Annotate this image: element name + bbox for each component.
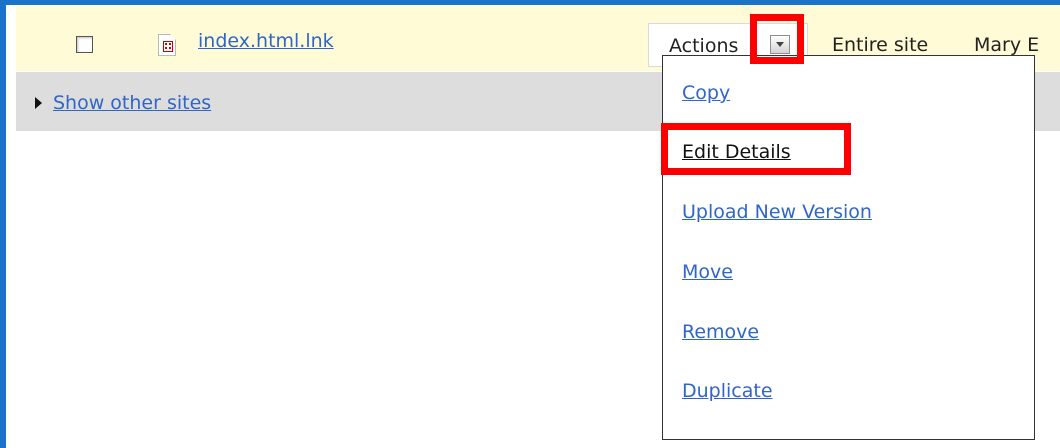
menu-item-move[interactable]: Move [682,261,733,283]
menu-item-remove[interactable]: Remove [682,321,759,343]
window-frame-left [0,0,6,448]
lnk-file-icon [158,34,176,56]
actions-label: Actions [669,35,739,57]
menu-item-duplicate[interactable]: Duplicate [682,380,773,402]
edit-details-callout-box [661,123,851,175]
menu-item-upload-new-version[interactable]: Upload New Version [682,201,872,223]
triangle-right-icon[interactable] [35,97,42,109]
site-column-value: Entire site [832,34,929,56]
show-other-sites-link[interactable]: Show other sites [53,92,211,114]
owner-column-value: Mary E [974,34,1040,56]
file-select-checkbox[interactable] [76,36,93,53]
file-name-link[interactable]: index.html.lnk [198,30,334,52]
menu-item-copy[interactable]: Copy [682,82,730,104]
dropdown-callout-box [750,14,804,64]
